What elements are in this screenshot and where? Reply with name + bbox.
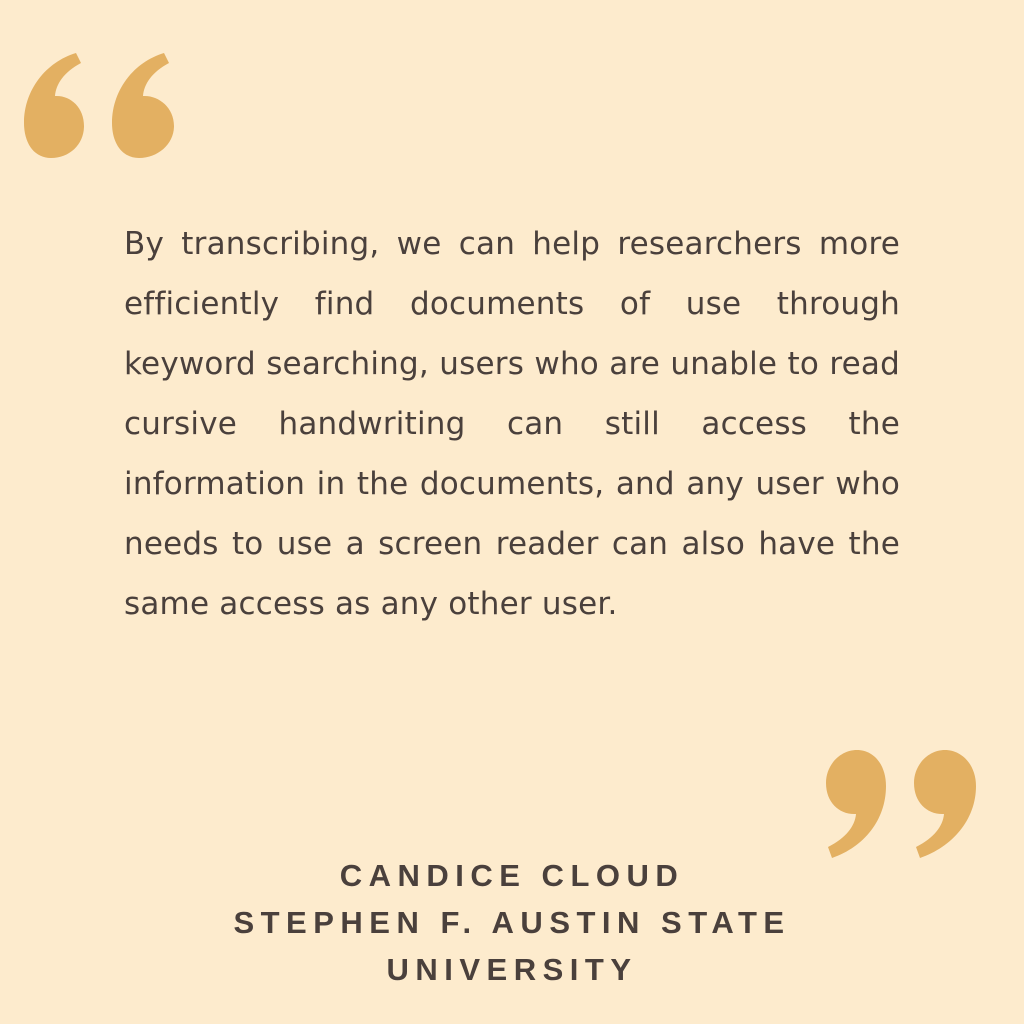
close-quote-icon xyxy=(826,750,976,858)
open-quote-icon xyxy=(24,53,174,158)
attribution: CANDICE CLOUD STEPHEN F. AUSTIN STATE UN… xyxy=(0,852,1024,993)
quote-card: By transcribing, we can help researchers… xyxy=(0,0,1024,1024)
quote-text: By transcribing, we can help researchers… xyxy=(124,226,900,622)
close-quote-left-mark xyxy=(826,750,886,858)
attribution-affiliation-line2: UNIVERSITY xyxy=(386,952,638,987)
open-quote-right-mark xyxy=(112,53,174,158)
open-quote-left-mark xyxy=(24,53,84,158)
close-quote-right-mark xyxy=(914,750,976,858)
attribution-affiliation-line1: STEPHEN F. AUSTIN STATE xyxy=(233,905,791,940)
attribution-name: CANDICE CLOUD xyxy=(339,858,685,893)
